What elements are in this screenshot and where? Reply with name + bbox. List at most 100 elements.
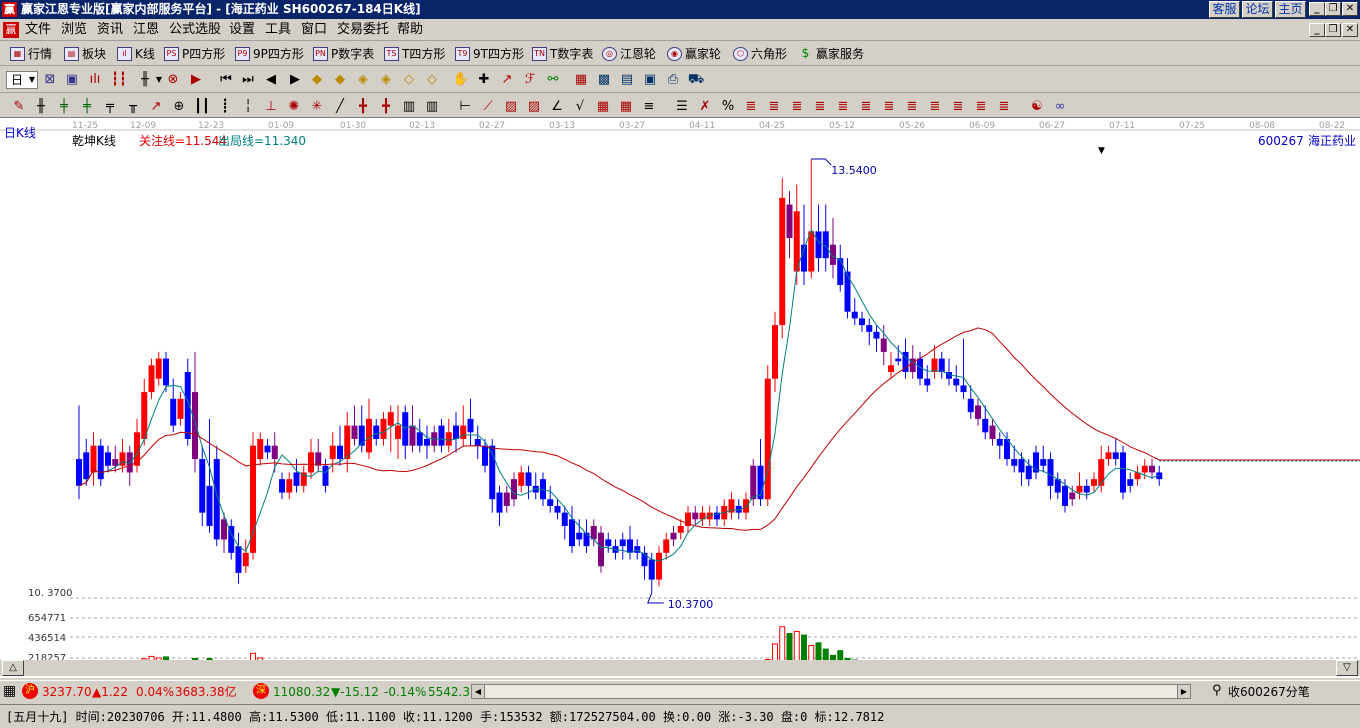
child-close-icon[interactable]: ✕: [1342, 23, 1358, 37]
table-icon[interactable]: ▤: [618, 71, 636, 88]
ticker-scrollbar[interactable]: ◀ ▶: [471, 684, 1191, 699]
zoom-out-icon[interactable]: ◈: [377, 71, 395, 88]
close-window-icon[interactable]: ✕: [1342, 2, 1358, 16]
vertical-lines-icon[interactable]: ┃┃: [193, 98, 211, 115]
menu-formula-select[interactable]: 公式选股: [169, 22, 221, 38]
scroll-left-arrow-icon[interactable]: ◀: [472, 685, 485, 698]
fibonacci-4-icon[interactable]: ≣: [811, 98, 829, 115]
kline-chart-panel[interactable]: 11-25 12-09 12-23 01-09 01-30 02-13 02-27 03-13…: [0, 118, 1360, 678]
fibonacci-icon[interactable]: ≣: [742, 98, 760, 115]
ruler-2-icon[interactable]: ▥: [423, 98, 441, 115]
formula-icon[interactable]: ℱ: [521, 71, 539, 88]
multi-line-icon[interactable]: ≡: [640, 98, 658, 115]
menu-info[interactable]: 资讯: [97, 22, 123, 38]
period-select[interactable]: 日 ▼: [6, 71, 38, 89]
app-menu-icon[interactable]: 赢: [3, 22, 19, 38]
fibonacci-12-icon[interactable]: ≣: [995, 98, 1013, 115]
fibonacci-11-icon[interactable]: ≣: [972, 98, 990, 115]
save-icon[interactable]: ▣: [641, 71, 659, 88]
gann-star-icon[interactable]: ✳: [308, 98, 326, 115]
menu-window[interactable]: 窗口: [301, 22, 327, 38]
yin-yang-icon[interactable]: ☯: [1028, 98, 1046, 115]
panel-down-icon[interactable]: ▽: [1336, 660, 1358, 676]
circle-grid-icon[interactable]: ⊕: [170, 98, 188, 115]
toolbar-winner-wheel-button[interactable]: ◉ 赢家轮: [667, 45, 721, 63]
truck-icon[interactable]: ⛟: [687, 71, 705, 88]
forum-button[interactable]: 论坛: [1242, 1, 1273, 18]
trend-draw-icon[interactable]: ↗: [498, 71, 516, 88]
fibonacci-7-icon[interactable]: ≣: [880, 98, 898, 115]
calculator-icon[interactable]: ▩: [595, 71, 613, 88]
document-icon[interactable]: ▣: [63, 71, 81, 88]
panel-up-icon[interactable]: △: [2, 660, 24, 676]
ray-icon[interactable]: ⟋: [479, 98, 497, 115]
chart-window-icon[interactable]: ⊠: [41, 71, 59, 88]
print-icon[interactable]: ⎙: [664, 71, 682, 88]
toolbar-hexagon-button[interactable]: ⬡ 六角形: [733, 45, 787, 63]
infinity-icon[interactable]: ∞: [1051, 98, 1069, 115]
box-2-icon[interactable]: ▨: [525, 98, 543, 115]
box-icon[interactable]: ▨: [502, 98, 520, 115]
customer-service-button[interactable]: 客服: [1209, 1, 1240, 18]
calendar-icon[interactable]: ▦: [572, 71, 590, 88]
scroll-left-icon[interactable]: ◀: [262, 71, 280, 88]
bar-mark-icon[interactable]: ╋: [354, 98, 372, 115]
wave-icon[interactable]: √: [571, 98, 589, 115]
menu-gann[interactable]: 江恩: [133, 22, 159, 38]
fibonacci-5-icon[interactable]: ≣: [834, 98, 852, 115]
percent-fan-icon[interactable]: ✗: [696, 98, 714, 115]
bar-mark-2-icon[interactable]: ╋: [377, 98, 395, 115]
first-bar-icon[interactable]: ⏮: [217, 71, 235, 88]
fibonacci-6-icon[interactable]: ≣: [857, 98, 875, 115]
fibonacci-3-icon[interactable]: ≣: [788, 98, 806, 115]
menu-tools[interactable]: 工具: [265, 22, 291, 38]
segment-icon[interactable]: ⊢: [456, 98, 474, 115]
fan-lines-icon[interactable]: ╪: [55, 98, 73, 115]
home-button[interactable]: 主页: [1275, 1, 1306, 18]
grid-box-2-icon[interactable]: ▦: [617, 98, 635, 115]
menu-settings[interactable]: 设置: [229, 22, 255, 38]
quote-list-icon[interactable]: ▦: [3, 683, 16, 699]
toolbar-9p-square-button[interactable]: P9 9P四方形: [235, 45, 304, 63]
toolbar-sector-button[interactable]: ▤ 板块: [64, 45, 106, 63]
link-icon[interactable]: ⚯: [544, 71, 562, 88]
hand-icon[interactable]: ✋: [452, 71, 470, 88]
list-icon[interactable]: ☰: [673, 98, 691, 115]
toolbar-t-number-button[interactable]: TN T数字表: [532, 45, 593, 63]
parallel-icon[interactable]: ╤: [101, 98, 119, 115]
speed-line-icon[interactable]: ∠: [548, 98, 566, 115]
fibonacci-8-icon[interactable]: ≣: [903, 98, 921, 115]
toolbar-quote-button[interactable]: ▦ 行情: [10, 45, 52, 63]
menu-file[interactable]: 文件: [25, 22, 51, 38]
minimize-window-icon[interactable]: _: [1309, 2, 1325, 16]
crosshair-icon[interactable]: ✚: [475, 71, 493, 88]
square-lines-icon[interactable]: ╱: [331, 98, 349, 115]
scroll-right-arrow-icon[interactable]: ▶: [1177, 685, 1190, 698]
toolbar-p-square-button[interactable]: PS P四方形: [164, 45, 225, 63]
toolbar-t-square-button[interactable]: TS T四方形: [384, 45, 445, 63]
gann-angle-icon[interactable]: ⊥: [262, 98, 280, 115]
menu-help[interactable]: 帮助: [397, 22, 423, 38]
toolbar-p-number-button[interactable]: PN P数字表: [313, 45, 374, 63]
fibonacci-9-icon[interactable]: ≣: [926, 98, 944, 115]
menu-trade[interactable]: 交易委托: [337, 22, 389, 38]
fan-lines-2-icon[interactable]: ╪: [78, 98, 96, 115]
zoom-left-icon[interactable]: ◆: [308, 71, 326, 88]
toolbar-9t-square-button[interactable]: T9 9T四方形: [455, 45, 524, 63]
pen-icon[interactable]: ✎: [10, 98, 28, 115]
toolbar-gann-wheel-button[interactable]: ◎ 江恩轮: [602, 45, 656, 63]
toolbar-service-button[interactable]: $ 赢家服务: [798, 45, 864, 63]
gann-fan-icon[interactable]: ✺: [285, 98, 303, 115]
shrink-icon[interactable]: ◇: [423, 71, 441, 88]
percent-icon[interactable]: %: [719, 98, 737, 115]
bar-chart-icon[interactable]: ılı: [86, 71, 104, 88]
zoom-right-icon[interactable]: ◆: [331, 71, 349, 88]
last-bar-icon[interactable]: ⏭: [239, 71, 257, 88]
scroll-right-icon[interactable]: ▶: [286, 71, 304, 88]
ruler-icon[interactable]: ▥: [400, 98, 418, 115]
fibonacci-2-icon[interactable]: ≣: [765, 98, 783, 115]
toolbar-kline-button[interactable]: ıl K线: [117, 45, 155, 63]
grid-lines-icon[interactable]: ╫: [32, 98, 50, 115]
channel-icon[interactable]: ╥: [124, 98, 142, 115]
child-minimize-icon[interactable]: _: [1309, 23, 1325, 37]
